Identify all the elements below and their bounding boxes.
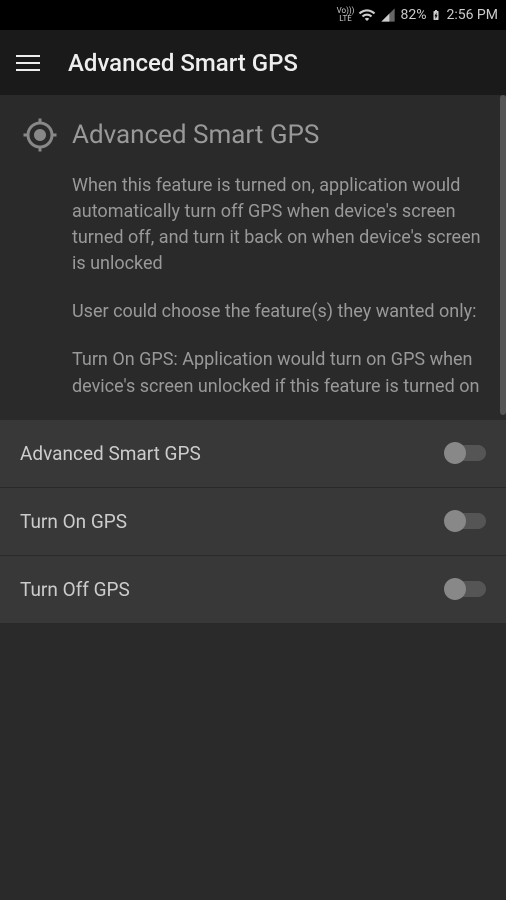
setting-advanced-smart-gps[interactable]: Advanced Smart GPS [0, 420, 506, 488]
location-icon [22, 117, 58, 153]
volte-indicator: Vo))) LTE [337, 7, 355, 23]
signal-icon [380, 7, 396, 23]
app-title: Advanced Smart GPS [68, 49, 298, 77]
setting-label: Turn On GPS [20, 510, 127, 533]
clock-time: 2:56 PM [446, 7, 498, 23]
description-paragraph: When this feature is turned on, applicat… [72, 173, 484, 277]
setting-label: Turn Off GPS [20, 578, 130, 601]
content-area: Advanced Smart GPS When this feature is … [0, 95, 506, 400]
setting-turn-on-gps[interactable]: Turn On GPS [0, 488, 506, 556]
toggle-turn-off-gps[interactable] [446, 581, 486, 597]
battery-percent: 82% [400, 7, 426, 23]
setting-turn-off-gps[interactable]: Turn Off GPS [0, 556, 506, 623]
battery-icon [430, 6, 442, 24]
setting-label: Advanced Smart GPS [20, 442, 201, 465]
description-paragraph: User could choose the feature(s) they wa… [72, 299, 484, 325]
settings-list: Advanced Smart GPS Turn On GPS Turn Off … [0, 420, 506, 623]
scrollbar[interactable] [500, 95, 506, 415]
toggle-turn-on-gps[interactable] [446, 513, 486, 529]
menu-button[interactable] [16, 55, 40, 71]
description-text: When this feature is turned on, applicat… [22, 173, 484, 400]
description-paragraph: Turn On GPS: Application would turn on G… [72, 347, 484, 399]
section-header: Advanced Smart GPS [22, 117, 484, 153]
toggle-advanced-smart-gps[interactable] [446, 445, 486, 461]
wifi-icon [358, 6, 376, 24]
section-title: Advanced Smart GPS [72, 120, 319, 150]
app-bar: Advanced Smart GPS [0, 30, 506, 95]
status-bar: Vo))) LTE 82% 2:56 PM [0, 0, 506, 30]
